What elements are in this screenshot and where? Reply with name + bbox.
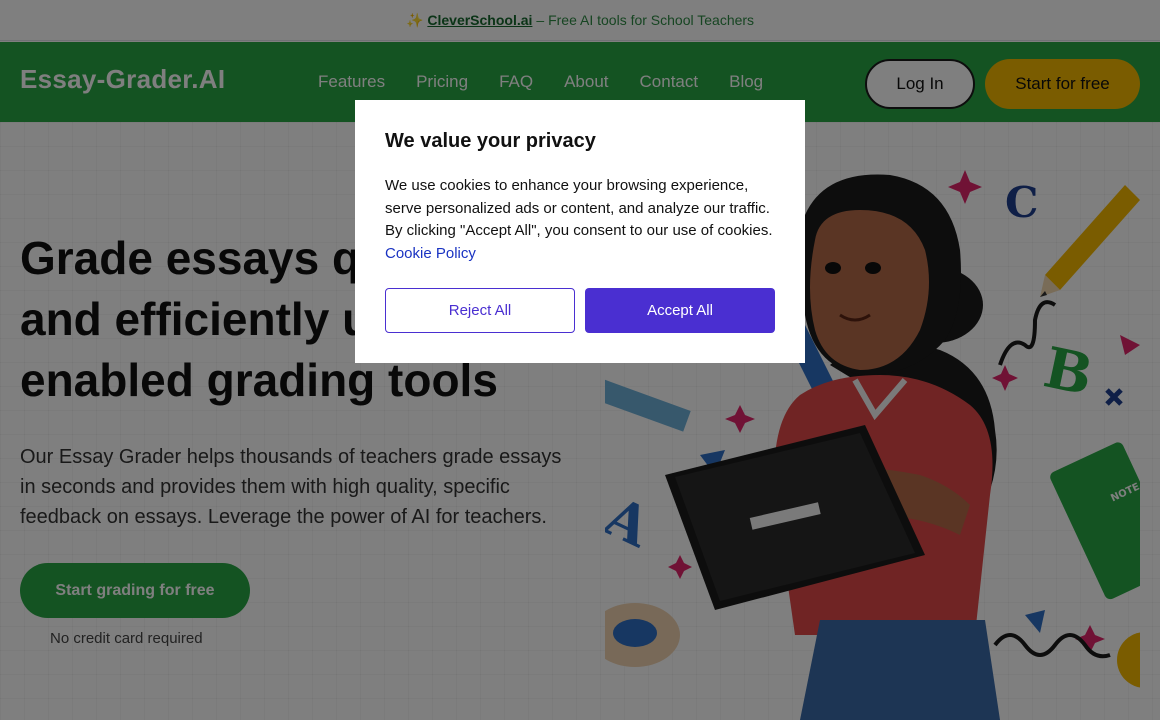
cookie-modal-text: We use cookies to enhance your browsing … — [385, 177, 773, 239]
reject-all-button[interactable]: Reject All — [385, 288, 575, 333]
cookie-policy-link[interactable]: Cookie Policy — [385, 245, 476, 262]
cookie-consent-modal: We value your privacy We use cookies to … — [355, 100, 805, 363]
accept-all-button[interactable]: Accept All — [585, 288, 775, 333]
cookie-buttons: Reject All Accept All — [385, 288, 775, 333]
cookie-modal-body: We use cookies to enhance your browsing … — [385, 175, 775, 265]
cookie-modal-title: We value your privacy — [385, 130, 596, 152]
